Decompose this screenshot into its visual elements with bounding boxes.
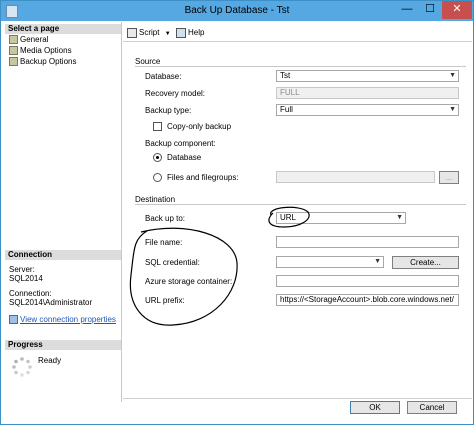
annotation-overlay: [129, 206, 310, 326]
backup-dialog: Back Up Database - Tst — ☐ ✕ Select a pa…: [0, 0, 474, 425]
annotation-ellipse-fields: [129, 227, 238, 326]
annotation-circle-url: [268, 206, 310, 228]
